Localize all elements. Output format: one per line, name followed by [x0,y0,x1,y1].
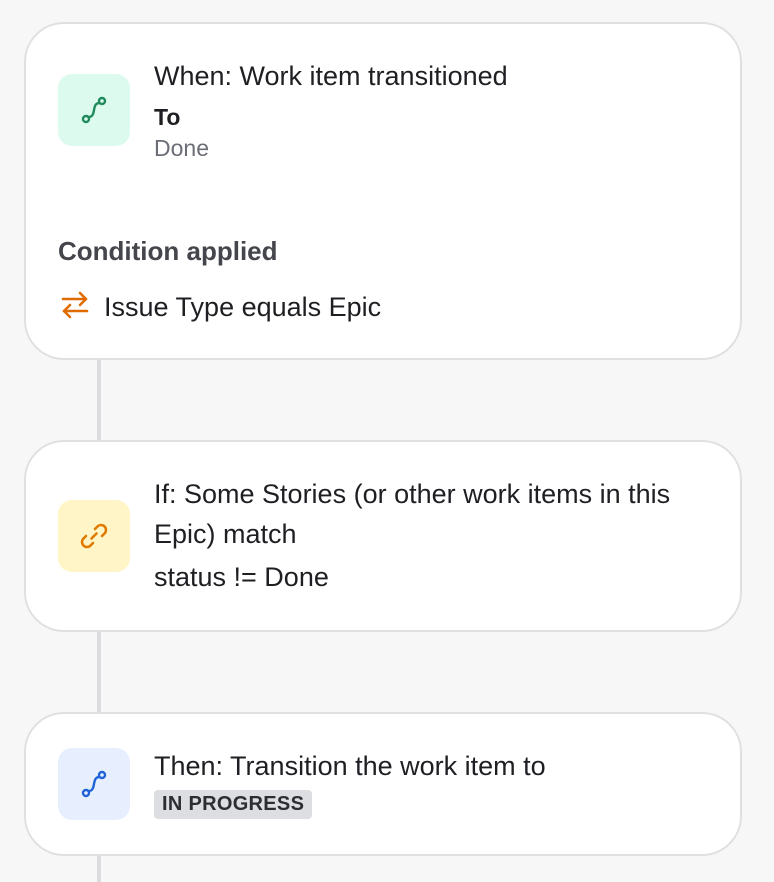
transition-path-icon [78,768,110,800]
flow-connector [97,854,101,882]
if-icon-tile [58,500,130,572]
condition-text: Issue Type equals Epic [104,292,382,322]
link-icon [77,519,111,553]
trigger-card[interactable]: When: Work item transitioned To Done Con… [24,22,742,360]
trigger-to-label: To [154,104,181,130]
trigger-title: When: Work item transitioned [154,61,508,91]
if-condition-card[interactable]: If: Some Stories (or other work items in… [24,440,742,632]
condition-row[interactable]: Issue Type equals Epic [58,288,381,327]
flow-connector [97,358,101,442]
swap-arrows-icon [58,288,92,327]
trigger-icon-tile [58,74,130,146]
condition-heading: Condition applied [58,236,278,266]
then-icon-tile [58,748,130,820]
trigger-to-value: Done [154,135,209,161]
transition-path-icon [78,94,110,126]
if-query: status != Done [154,562,329,592]
then-action-card[interactable]: Then: Transition the work item to IN PRO… [24,712,742,856]
flow-connector [97,630,101,714]
status-lozenge: IN PROGRESS [154,790,313,819]
then-title: Then: Transition the work item to [154,751,546,781]
if-title: If: Some Stories (or other work items in… [154,479,671,549]
